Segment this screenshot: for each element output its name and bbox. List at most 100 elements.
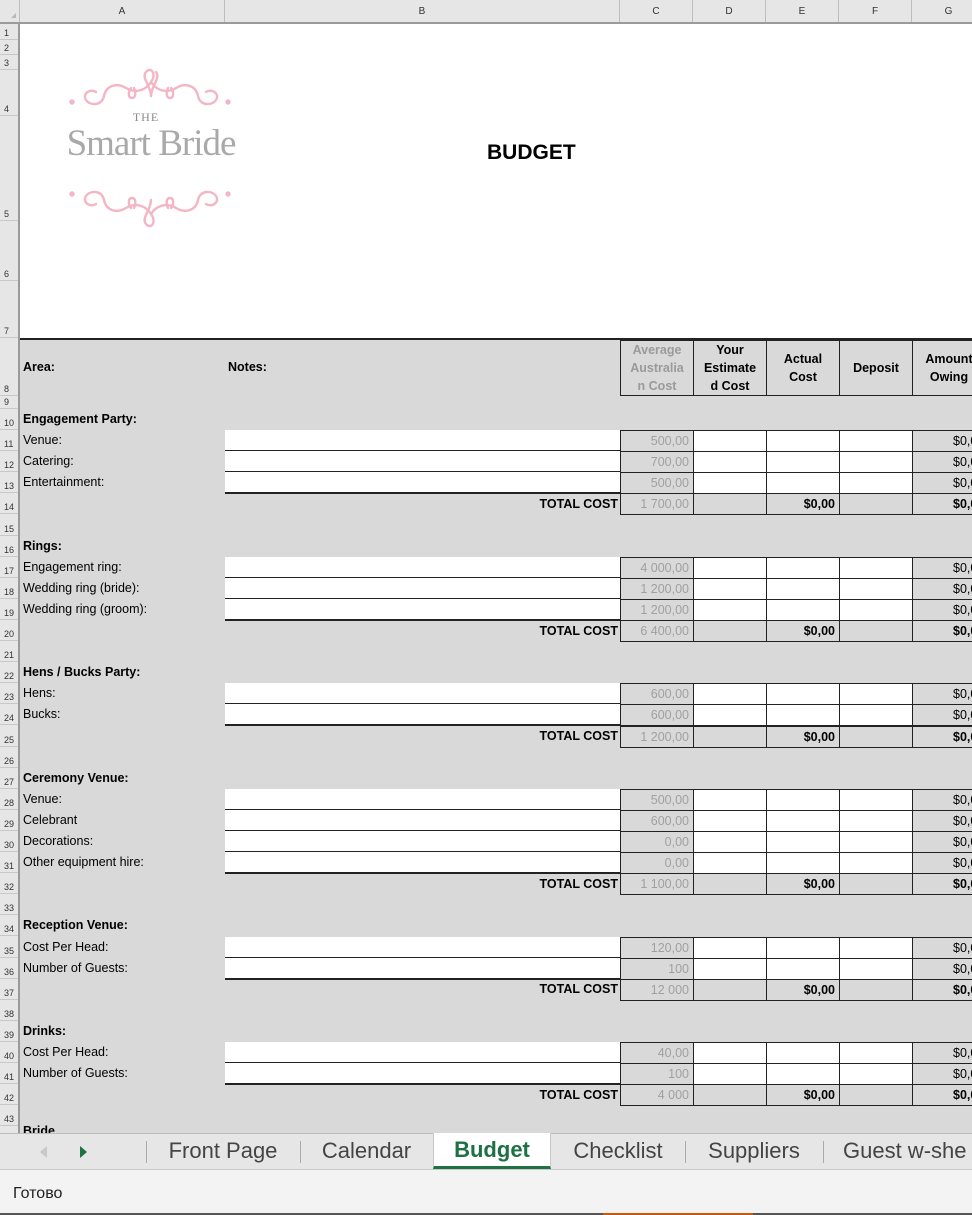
column-header-g[interactable]: G	[912, 0, 972, 22]
deposit-input[interactable]	[839, 957, 913, 980]
notes-input[interactable]	[225, 598, 620, 621]
row-header-3[interactable]: 3	[0, 55, 18, 70]
row-header-31[interactable]: 31	[0, 852, 18, 874]
row-header-33[interactable]: 33	[0, 894, 18, 916]
row-header-40[interactable]: 40	[0, 1042, 18, 1064]
actual-cost-input[interactable]	[766, 577, 840, 600]
deposit-input[interactable]	[839, 788, 913, 811]
deposit-input[interactable]	[839, 472, 913, 495]
actual-cost-input[interactable]	[766, 788, 840, 811]
your-estimate-input[interactable]	[693, 598, 767, 621]
row-header-23[interactable]: 23	[0, 683, 18, 705]
row-header-4[interactable]: 4	[0, 70, 18, 116]
your-estimate-input[interactable]	[693, 451, 767, 474]
deposit-input[interactable]	[839, 577, 913, 600]
scroll-tabs-left-button[interactable]	[28, 1134, 58, 1170]
notes-input[interactable]	[225, 472, 620, 495]
row-header-30[interactable]: 30	[0, 831, 18, 853]
worksheet-grid[interactable]: THE Smart Bride BUDGET Area: Notes: Aver…	[20, 24, 972, 1133]
actual-cost-input[interactable]	[766, 1042, 840, 1065]
actual-cost-input[interactable]	[766, 556, 840, 579]
row-header-39[interactable]: 39	[0, 1021, 18, 1042]
column-header-d[interactable]: D	[693, 0, 766, 22]
actual-cost-input[interactable]	[766, 683, 840, 706]
deposit-input[interactable]	[839, 598, 913, 621]
deposit-input[interactable]	[839, 1042, 913, 1065]
your-estimate-input[interactable]	[693, 936, 767, 959]
row-header-16[interactable]: 16	[0, 536, 18, 557]
notes-input[interactable]	[225, 852, 620, 875]
column-header-f[interactable]: F	[839, 0, 912, 22]
your-estimate-input[interactable]	[693, 577, 767, 600]
notes-input[interactable]	[225, 831, 620, 854]
actual-cost-input[interactable]	[766, 957, 840, 980]
row-header-10[interactable]: 10	[0, 409, 18, 431]
column-header-e[interactable]: E	[766, 0, 839, 22]
row-header-18[interactable]: 18	[0, 578, 18, 599]
notes-input[interactable]	[225, 809, 620, 832]
deposit-input[interactable]	[839, 809, 913, 832]
row-header-29[interactable]: 29	[0, 810, 18, 831]
your-estimate-input[interactable]	[693, 852, 767, 875]
row-header-17[interactable]: 17	[0, 557, 18, 578]
notes-input[interactable]	[225, 704, 620, 727]
row-header-20[interactable]: 20	[0, 620, 18, 642]
deposit-input[interactable]	[839, 831, 913, 854]
your-estimate-input[interactable]	[693, 556, 767, 579]
notes-input[interactable]	[225, 556, 620, 579]
notes-input[interactable]	[225, 788, 620, 811]
row-header-9[interactable]: 9	[0, 396, 18, 409]
deposit-input[interactable]	[839, 683, 913, 706]
your-estimate-input[interactable]	[693, 1042, 767, 1065]
actual-cost-input[interactable]	[766, 451, 840, 474]
deposit-input[interactable]	[839, 936, 913, 959]
row-header-43[interactable]: 43	[0, 1105, 18, 1127]
your-estimate-input[interactable]	[693, 809, 767, 832]
actual-cost-input[interactable]	[766, 852, 840, 875]
row-header-25[interactable]: 25	[0, 726, 18, 747]
row-header-24[interactable]: 24	[0, 704, 18, 726]
row-header-13[interactable]: 13	[0, 472, 18, 494]
notes-input[interactable]	[225, 936, 620, 959]
row-header-7[interactable]: 7	[0, 281, 18, 338]
column-header-b[interactable]: B	[225, 0, 620, 22]
actual-cost-input[interactable]	[766, 430, 840, 453]
sheet-tab-checklist[interactable]: Checklist	[551, 1134, 685, 1170]
deposit-input[interactable]	[839, 704, 913, 727]
row-header-28[interactable]: 28	[0, 789, 18, 810]
notes-input[interactable]	[225, 1063, 620, 1086]
your-estimate-input[interactable]	[693, 1063, 767, 1086]
your-estimate-input[interactable]	[693, 472, 767, 495]
scroll-tabs-right-button[interactable]	[68, 1134, 98, 1170]
actual-cost-input[interactable]	[766, 472, 840, 495]
deposit-input[interactable]	[839, 852, 913, 875]
row-header-6[interactable]: 6	[0, 221, 18, 281]
your-estimate-input[interactable]	[693, 788, 767, 811]
your-estimate-input[interactable]	[693, 683, 767, 706]
column-header-c[interactable]: C	[620, 0, 693, 22]
notes-input[interactable]	[225, 1042, 620, 1065]
row-header-8[interactable]: 8	[0, 340, 18, 396]
row-header-32[interactable]: 32	[0, 873, 18, 895]
actual-cost-input[interactable]	[766, 936, 840, 959]
row-header-15[interactable]: 15	[0, 515, 18, 536]
your-estimate-input[interactable]	[693, 430, 767, 453]
actual-cost-input[interactable]	[766, 1063, 840, 1086]
row-header-14[interactable]: 14	[0, 493, 18, 515]
row-header-27[interactable]: 27	[0, 768, 18, 789]
deposit-input[interactable]	[839, 451, 913, 474]
actual-cost-input[interactable]	[766, 598, 840, 621]
sheet-tab-guest-worksheet[interactable]: Guest w-she	[823, 1134, 972, 1170]
row-header-36[interactable]: 36	[0, 958, 18, 979]
row-header-41[interactable]: 41	[0, 1063, 18, 1085]
deposit-input[interactable]	[839, 430, 913, 453]
row-header-19[interactable]: 19	[0, 599, 18, 620]
row-header-1[interactable]: 1	[0, 24, 18, 40]
deposit-input[interactable]	[839, 556, 913, 579]
row-header-37[interactable]: 37	[0, 979, 18, 1000]
notes-input[interactable]	[225, 683, 620, 706]
actual-cost-input[interactable]	[766, 809, 840, 832]
row-header-26[interactable]: 26	[0, 747, 18, 768]
row-header-2[interactable]: 2	[0, 40, 18, 55]
your-estimate-input[interactable]	[693, 831, 767, 854]
